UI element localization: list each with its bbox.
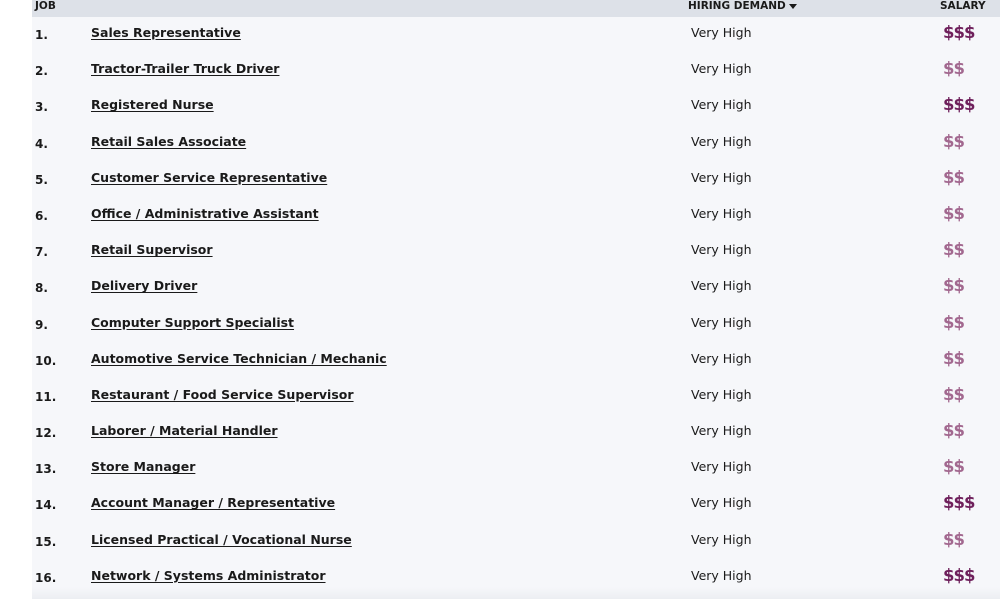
table-row: 6. Office / Administrative Assistant Very … [32,198,1000,234]
job-title-link[interactable]: Tractor-Trailer Truck Driver [91,61,279,76]
row-rank: 13. [35,462,57,477]
table-header: JOB HIRING DEMAND SALARY [32,0,1000,17]
salary-rating: $$ [943,529,965,549]
row-rank: 11. [35,389,57,404]
table-row: 1. Sales Representative Very High $$$ [32,17,1000,53]
jobs-table: JOB HIRING DEMAND SALARY 1. Sales Represe… [32,0,1000,599]
job-title-link[interactable]: Delivery Driver [91,278,197,293]
hiring-demand-value: Very High [691,133,752,149]
sort-descending-icon [788,4,797,9]
hiring-demand-value: Very High [691,314,752,330]
salary-rating: $$ [943,203,965,223]
table-row: 12. Laborer / Material Handler Very High $$ [32,415,1000,451]
hiring-demand-value: Very High [691,423,752,439]
column-header-hiring-demand[interactable]: HIRING DEMAND [688,0,797,12]
row-rank: 7. [35,245,48,260]
hiring-demand-value: Very High [691,278,752,294]
hiring-demand-value: Very High [691,25,752,40]
column-header-hiring-demand-label: HIRING DEMAND [688,0,786,12]
job-title-link[interactable]: Customer Service Representative [91,170,327,185]
column-header-job[interactable]: JOB [35,0,56,12]
salary-rating: $$$ [943,95,975,115]
row-rank: 8. [35,281,48,296]
hiring-demand-value: Very High [691,531,752,547]
salary-rating: $$ [943,384,965,404]
salary-rating: $$$ [943,23,975,42]
table-row: 7. Retail Supervisor Very High $$ [32,234,1000,270]
table-row: 8. Delivery Driver Very High $$ [32,270,1000,306]
table-row: 5. Customer Service Representative Very Hi… [32,162,1000,198]
job-title-link[interactable]: Account Manager / Representative [91,495,335,510]
job-title-link[interactable]: Computer Support Specialist [91,315,294,330]
job-title-link[interactable]: Sales Representative [91,25,241,40]
hiring-demand-value: Very High [691,97,752,113]
row-rank: 12. [35,426,57,441]
table-row: 16. Network / Systems Administrator Very H… [32,560,1000,596]
job-title-link[interactable]: Retail Supervisor [91,242,213,257]
row-rank: 5. [35,172,48,187]
hiring-demand-value: Very High [691,567,752,583]
salary-rating: $$ [943,457,965,477]
job-title-link[interactable]: Store Manager [91,459,195,474]
salary-rating: $$ [943,421,965,441]
salary-rating: $$ [943,348,965,368]
row-rank: 14. [35,498,57,513]
salary-rating: $$ [943,59,965,79]
row-rank: 1. [35,28,48,42]
table-row: 10. Automotive Service Technician / Mecha… [32,343,1000,379]
hiring-demand-value: Very High [691,169,752,185]
hiring-demand-value: Very High [691,350,752,366]
job-title-link[interactable]: Licensed Practical / Vocational Nurse [91,532,352,547]
table-row: 9. Computer Support Specialist Very High $$ [32,307,1000,343]
row-rank: 4. [35,136,48,151]
table-row: 13. Store Manager Very High $$ [32,451,1000,487]
column-header-salary[interactable]: SALARY [940,0,986,12]
salary-rating: $$ [943,276,965,296]
hiring-demand-value: Very High [691,459,752,475]
table-row: 4. Retail Sales Associate Very High $$ [32,126,1000,162]
hiring-demand-value: Very High [691,386,752,402]
job-title-link[interactable]: Network / Systems Administrator [91,568,326,583]
row-rank: 6. [35,208,48,223]
job-title-link[interactable]: Office / Administrative Assistant [91,206,319,221]
job-title-link[interactable]: Registered Nurse [91,97,214,112]
job-title-link[interactable]: Laborer / Material Handler [91,423,278,438]
row-rank: 3. [35,100,48,115]
row-rank: 16. [35,570,57,585]
table-row: 3. Registered Nurse Very High $$$ [32,89,1000,125]
row-rank: 10. [35,353,57,368]
row-rank: 9. [35,317,48,332]
job-title-link[interactable]: Automotive Service Technician / Mechanic [91,351,387,366]
salary-rating: $$$ [943,565,975,585]
salary-rating: $$ [943,312,965,332]
salary-rating: $$ [943,167,965,187]
salary-rating: $$ [943,131,965,151]
table-row: 2. Tractor-Trailer Truck Driver Very High $… [32,53,1000,89]
table-row: 15. Licensed Practical / Vocational Nurse… [32,524,1000,560]
hiring-demand-value: Very High [691,61,752,77]
job-title-link[interactable]: Restaurant / Food Service Supervisor [91,387,354,402]
hiring-demand-value: Very High [691,242,752,258]
hiring-demand-value: Very High [691,495,752,511]
table-row: 11. Restaurant / Food Service Supervisor V… [32,379,1000,415]
salary-rating: $$ [943,240,965,260]
hiring-demand-value: Very High [691,205,752,221]
row-rank: 15. [35,534,57,549]
row-rank: 2. [35,64,48,79]
table-body: 1. Sales Representative Very High $$$ 2. Trac… [32,17,1000,596]
table-row: 14. Account Manager / Representative Very … [32,487,1000,523]
job-title-link[interactable]: Retail Sales Associate [91,134,246,149]
salary-rating: $$$ [943,493,975,513]
